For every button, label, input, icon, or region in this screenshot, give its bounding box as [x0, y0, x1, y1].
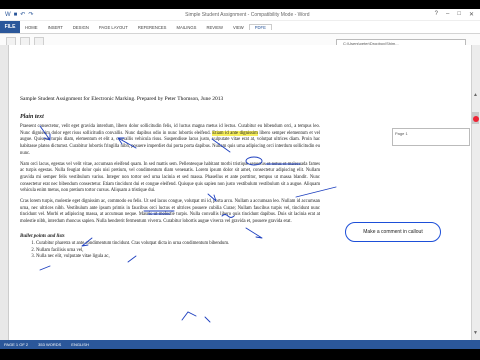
quick-access-toolbar: W ■ ↶ ↷ — [0, 11, 60, 19]
list-item: Nullam facilisis urna vel, — [36, 248, 320, 255]
ribbon-tabs: FILE HOME INSERT DESIGN PAGE LAYOUT REFE… — [0, 21, 480, 33]
vertical-ruler — [0, 45, 9, 340]
section-heading-plain-text: Plain text — [20, 114, 44, 120]
tab-mailings[interactable]: MAILINGS — [171, 25, 201, 30]
margin-comment-box[interactable]: Page 1 — [392, 128, 470, 146]
tab-review[interactable]: REVIEW — [201, 25, 228, 30]
scroll-down-icon[interactable]: ▼ — [472, 330, 479, 337]
minimize-button[interactable]: – — [446, 11, 449, 18]
word-app-icon: W — [5, 11, 11, 18]
paragraph-2: Nam orci lacus, egestas vel velit vitae,… — [20, 161, 320, 194]
tab-design[interactable]: DESIGN — [68, 25, 94, 30]
status-page: PAGE 1 OF 2 — [4, 342, 29, 347]
comment-label: Page 1 — [395, 131, 408, 136]
save-icon[interactable]: ■ — [14, 12, 18, 18]
document-area[interactable]: Sample Student Assignment for Electronic… — [9, 45, 471, 340]
close-button[interactable]: ✕ — [469, 11, 474, 18]
status-language: ENGLISH — [71, 342, 89, 347]
list-item: Curabitur pharetra ut ante condimentum t… — [36, 241, 320, 248]
window-title: Simple Student Assignment - Compatibilit… — [185, 11, 310, 18]
document-heading: Sample Student Assignment for Electronic… — [20, 96, 224, 102]
tab-references[interactable]: REFERENCES — [133, 25, 172, 30]
screen-frame: W ■ ↶ ↷ Simple Student Assignment - Comp… — [0, 0, 480, 360]
title-bar: W ■ ↶ ↷ Simple Student Assignment - Comp… — [0, 9, 480, 21]
maximize-button[interactable]: □ — [457, 11, 461, 18]
paragraph-1: Praesent consectetur, velit eget gravida… — [20, 124, 320, 158]
tab-file[interactable]: FILE — [0, 21, 20, 33]
list-item: Nulla nec elit, vulputate vitae ligula a… — [36, 254, 320, 261]
document-page[interactable]: Sample Student Assignment for Electronic… — [20, 51, 320, 261]
section-heading-bullets: Bullet points and lists — [20, 233, 65, 239]
window-controls: ? – □ ✕ — [435, 11, 480, 18]
comment-callout[interactable]: Make a comment in callout — [345, 222, 441, 242]
undo-icon[interactable]: ↶ — [20, 11, 25, 18]
tab-page-layout[interactable]: PAGE LAYOUT — [94, 25, 133, 30]
redo-icon[interactable]: ↷ — [28, 11, 33, 18]
numbered-list: Curabitur pharetra ut ante condimentum t… — [20, 241, 320, 261]
status-bar: PAGE 1 OF 2 353 WORDS ENGLISH — [0, 340, 480, 349]
tab-insert[interactable]: INSERT — [43, 25, 68, 30]
status-words: 353 WORDS — [38, 342, 62, 347]
vertical-scrollbar[interactable]: ▲ ▼ — [471, 45, 480, 340]
tab-home[interactable]: HOME — [20, 25, 43, 30]
paragraph-3: Cras lorem turpis, molestie eget digniss… — [20, 199, 320, 225]
highlighted-text: Etiam id ante dignissim — [212, 130, 258, 136]
record-indicator-icon — [473, 116, 479, 122]
tab-view[interactable]: VIEW — [228, 25, 249, 30]
help-button[interactable]: ? — [435, 11, 438, 18]
scroll-up-icon[interactable]: ▲ — [472, 92, 479, 99]
tab-pdfe[interactable]: PDFE — [248, 24, 272, 30]
